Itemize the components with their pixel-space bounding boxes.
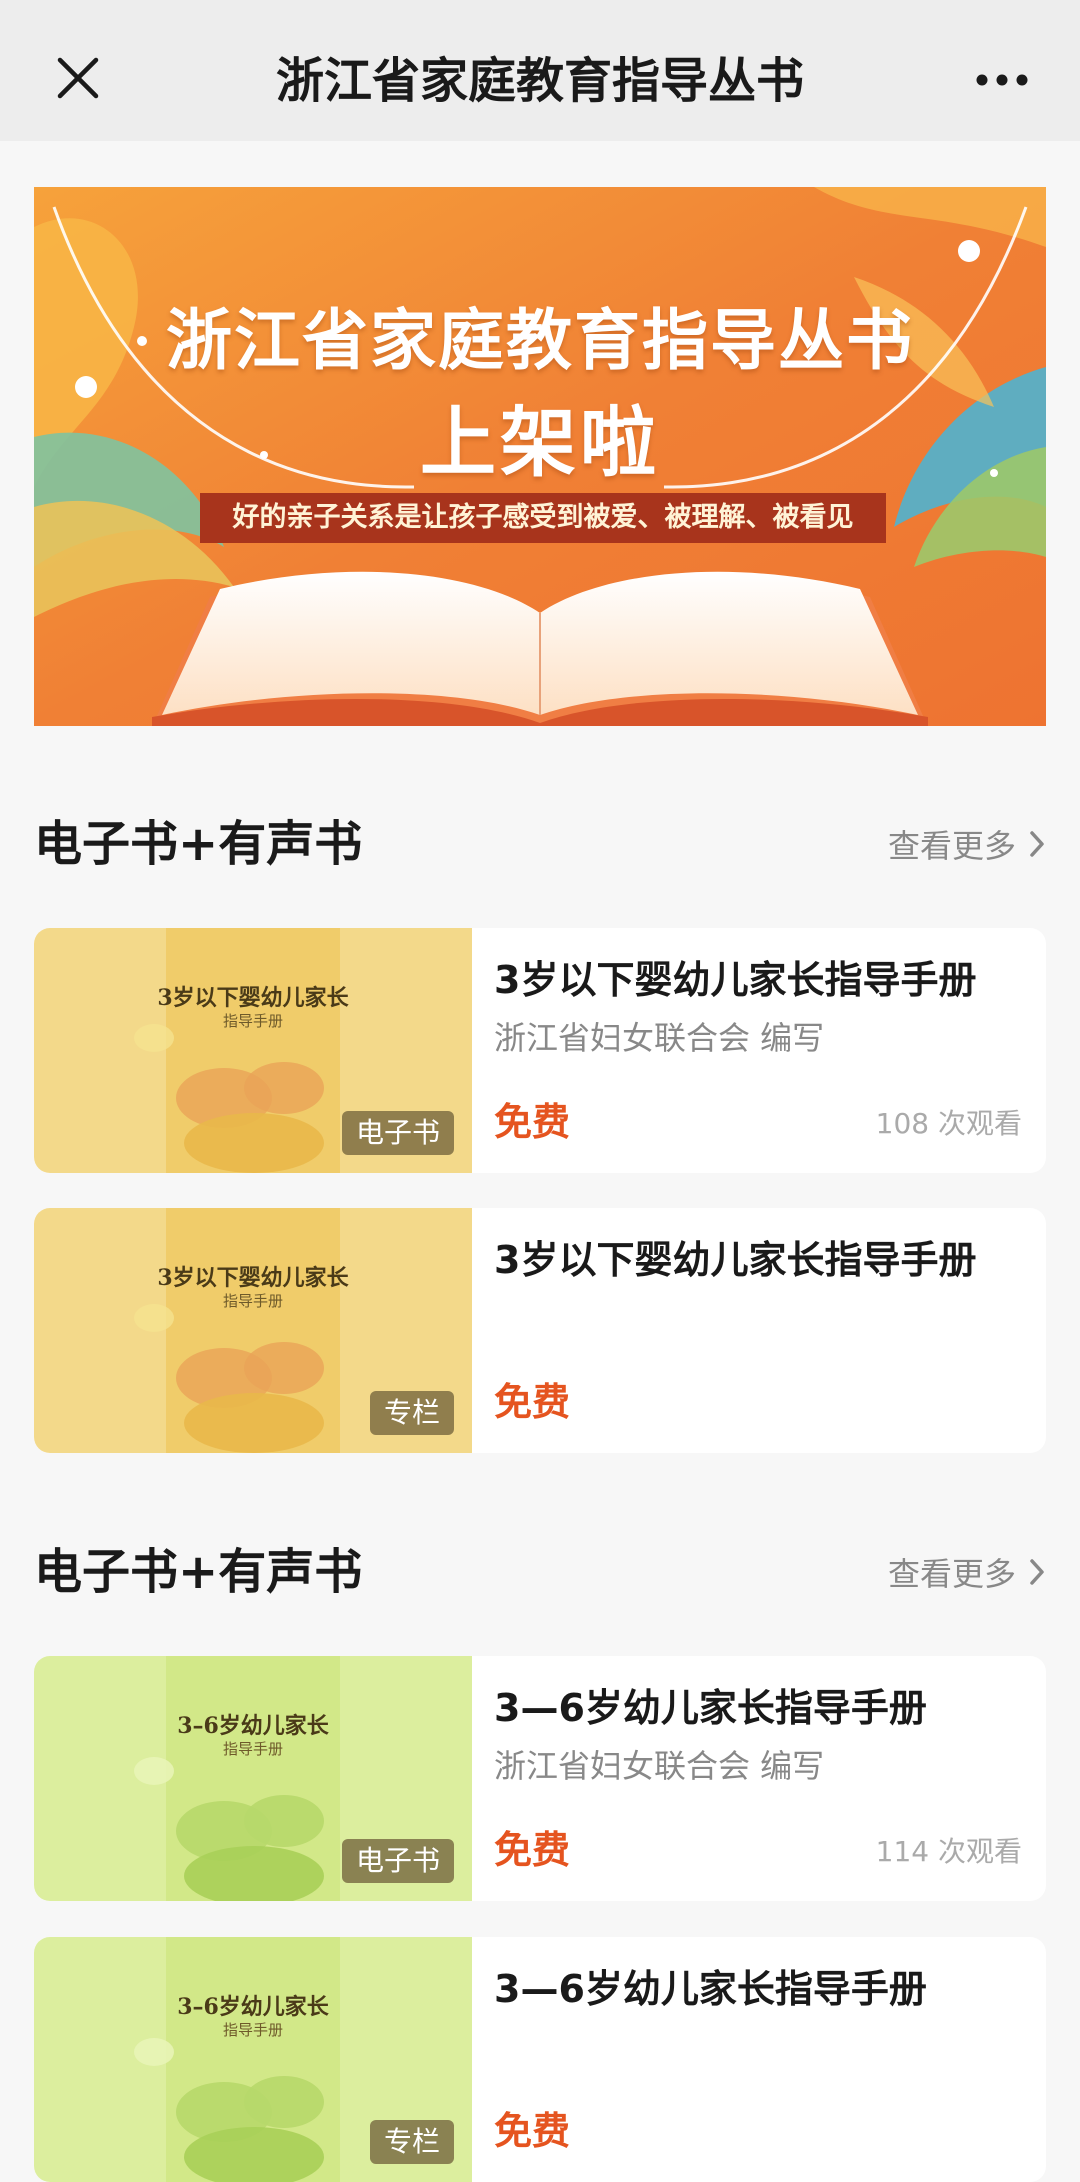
cover-subtitle: 指导手册 <box>222 1292 283 1310</box>
close-button[interactable] <box>46 46 110 110</box>
cover-subtitle: 指导手册 <box>222 1012 283 1030</box>
book-title: 3—6岁幼儿家长指导手册 <box>494 1967 927 2011</box>
view-more-label: 查看更多 <box>887 827 1016 865</box>
cover-subtitle: 指导手册 <box>222 1740 283 1758</box>
view-more-label: 查看更多 <box>887 1555 1016 1593</box>
type-badge: 专栏 <box>369 2120 454 2164</box>
book-card[interactable]: 3–6岁幼儿家长 指导手册 电子书 3—6岁幼儿家长指导手册 浙江省妇女联合会 … <box>34 1656 1046 1901</box>
book-author: 浙江省妇女联合会 编写 <box>494 1019 825 1057</box>
type-badge: 电子书 <box>341 1839 454 1883</box>
view-more-link[interactable]: 查看更多 <box>888 804 1046 884</box>
cover-title: 3岁以下婴幼儿家长 <box>157 985 349 1011</box>
more-button[interactable] <box>970 52 1034 108</box>
book-title: 3—6岁幼儿家长指导手册 <box>494 1686 927 1730</box>
banner-title: 浙江省家庭教育指导丛书 <box>166 302 914 379</box>
book-title: 3岁以下婴幼儿家长指导手册 <box>494 958 977 1002</box>
price-label: 免费 <box>494 1380 571 1424</box>
price-label: 免费 <box>494 1828 571 1872</box>
banner-subtitle: 上架啦 <box>420 398 660 487</box>
chevron-right-icon <box>1030 831 1044 857</box>
book-cover: 3–6岁幼儿家长 指导手册 电子书 <box>34 1656 472 1901</box>
type-badge: 专栏 <box>369 1391 454 1435</box>
chevron-right-icon <box>1030 1559 1044 1585</box>
book-title: 3岁以下婴幼儿家长指导手册 <box>494 1238 977 1282</box>
price-label: 免费 <box>494 1100 571 1144</box>
type-badge: 电子书 <box>341 1111 454 1155</box>
book-card[interactable]: 3岁以下婴幼儿家长 指导手册 专栏 3岁以下婴幼儿家长指导手册 免费 <box>34 1208 1046 1453</box>
cover-title: 3岁以下婴幼儿家长 <box>157 1265 349 1291</box>
view-count: 114 次观看 <box>875 1835 1022 1868</box>
cover-title: 3–6岁幼儿家长 <box>177 1994 329 2020</box>
book-card[interactable]: 3–6岁幼儿家长 指导手册 专栏 3—6岁幼儿家长指导手册 免费 <box>34 1937 1046 2182</box>
book-cover: 3–6岁幼儿家长 指导手册 专栏 <box>34 1937 472 2182</box>
section-title: 电子书+有声书 <box>34 816 363 872</box>
view-more-link[interactable]: 查看更多 <box>888 1532 1046 1612</box>
book-card[interactable]: 3岁以下婴幼儿家长 指导手册 电子书 3岁以下婴幼儿家长指导手册 浙江省妇女联合… <box>34 928 1046 1173</box>
cover-subtitle: 指导手册 <box>222 2021 283 2039</box>
close-icon <box>57 57 99 99</box>
page: 浙江省家庭教育指导丛书 浙江省家庭教育指导丛书 上架啦 好的亲子关系是让孩子感受… <box>0 0 1080 2182</box>
page-title: 浙江省家庭教育指导丛书 <box>275 53 804 109</box>
more-dots-icon <box>976 74 1028 86</box>
cover-title: 3–6岁幼儿家长 <box>177 1713 329 1739</box>
section-title: 电子书+有声书 <box>34 1544 363 1600</box>
view-count: 108 次观看 <box>875 1107 1022 1140</box>
section-header-1: 电子书+有声书 查看更多 <box>34 804 1046 884</box>
book-cover: 3岁以下婴幼儿家长 指导手册 专栏 <box>34 1208 472 1453</box>
promo-banner[interactable]: 浙江省家庭教育指导丛书 上架啦 好的亲子关系是让孩子感受到被爱、被理解、被看见 <box>34 187 1046 726</box>
nav-bar: 浙江省家庭教育指导丛书 <box>0 0 1080 141</box>
banner-tagline: 好的亲子关系是让孩子感受到被爱、被理解、被看见 <box>200 493 886 543</box>
book-author: 浙江省妇女联合会 编写 <box>494 1747 825 1785</box>
section-header-2: 电子书+有声书 查看更多 <box>34 1532 1046 1612</box>
book-cover: 3岁以下婴幼儿家长 指导手册 电子书 <box>34 928 472 1173</box>
price-label: 免费 <box>494 2109 571 2153</box>
